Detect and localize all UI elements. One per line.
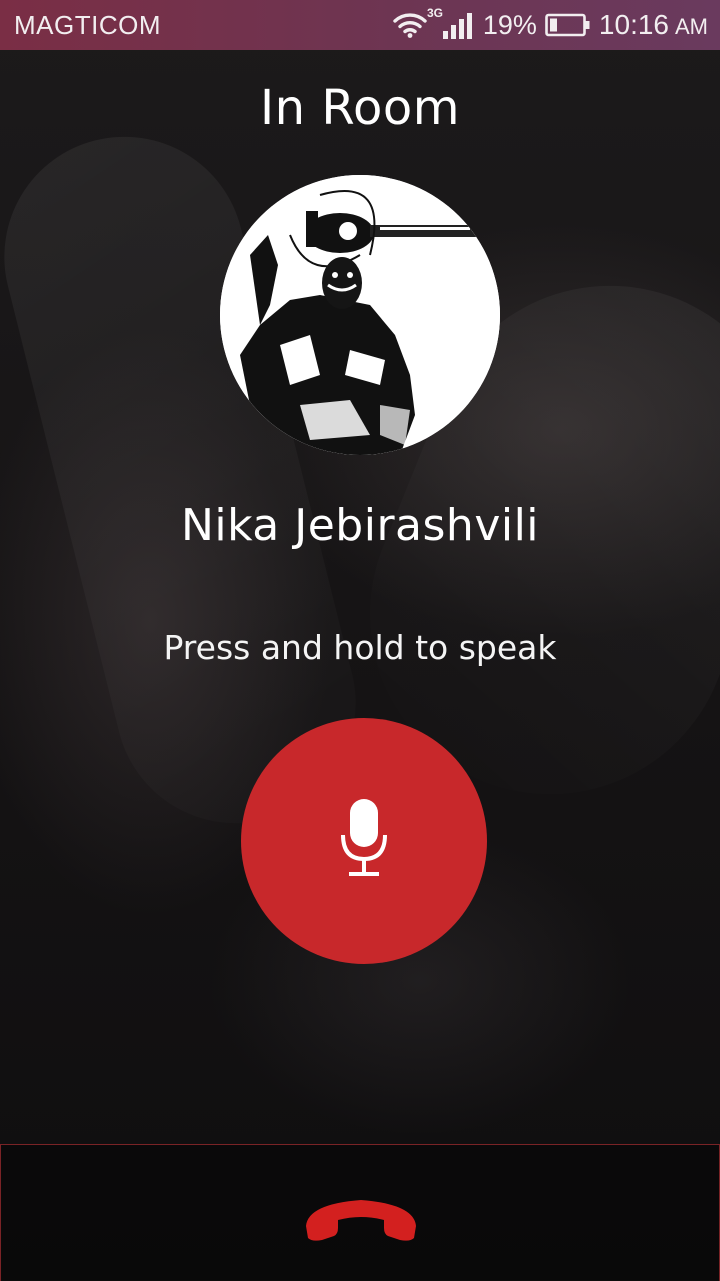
push-to-talk-button[interactable]	[241, 718, 487, 964]
hang-up-phone-icon	[300, 1190, 422, 1250]
microphone-icon	[340, 799, 388, 883]
bottom-action-bar	[0, 1144, 720, 1281]
contact-name: Nika Jebirashvili	[180, 500, 540, 551]
status-indicators: 19% 10:16 AM	[393, 8, 708, 42]
hang-up-button[interactable]	[291, 1185, 431, 1255]
clock-ampm: AM	[675, 14, 708, 39]
battery-icon	[545, 12, 591, 38]
wifi-icon	[393, 12, 427, 38]
page-title: In Room	[259, 80, 461, 136]
contact-avatar	[220, 175, 500, 455]
battery-percent: 19%	[482, 9, 537, 40]
signal-icon	[441, 11, 475, 39]
status-bar: MAGTICOM 3G 19% 10:16 AM	[0, 0, 720, 50]
clock-time: 10:16	[598, 9, 669, 40]
carrier-name: MAGTICOM	[14, 10, 161, 40]
clock: 10:16 AM	[599, 9, 708, 41]
push-to-talk-hint: Press and hold to speak	[163, 628, 557, 667]
